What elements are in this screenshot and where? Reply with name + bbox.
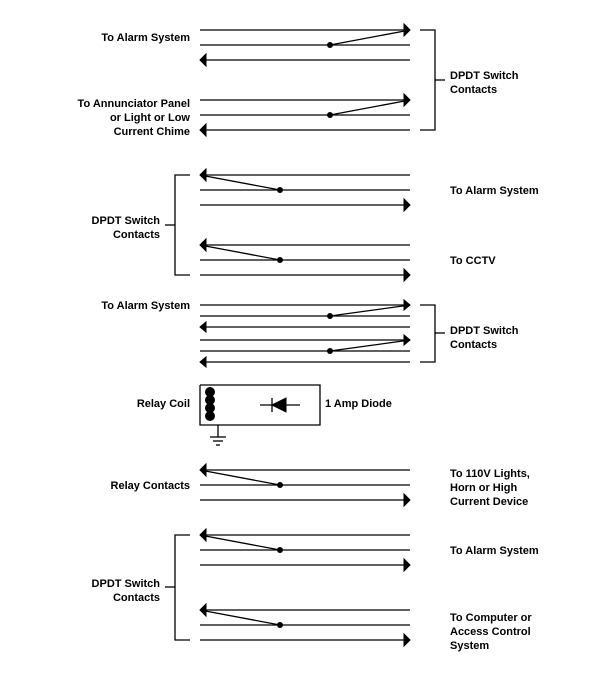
label-block4-left: DPDT SwitchContacts xyxy=(30,578,160,606)
label-block4-right-b: To Computer orAccess ControlSystem xyxy=(450,612,590,653)
label-block1-right: DPDT SwitchContacts xyxy=(450,70,580,98)
wiring-diagram: To Alarm System To Annunciator Panelor L… xyxy=(0,0,600,673)
label-coil-right: 1 Amp Diode xyxy=(325,398,455,412)
label-block3-right: DPDT SwitchContacts xyxy=(450,325,580,353)
label-coil-left: Relay Coil xyxy=(30,398,190,412)
label-relay-contacts-right: To 110V Lights,Horn or HighCurrent Devic… xyxy=(450,468,590,509)
label-block1-left-a: To Alarm System xyxy=(30,32,190,46)
label-block4-right-a: To Alarm System xyxy=(450,545,580,559)
label-block3-left: To Alarm System xyxy=(30,300,190,314)
label-block2-right-b: To CCTV xyxy=(450,255,580,269)
label-block1-left-b: To Annunciator Panelor Light or LowCurre… xyxy=(30,98,190,139)
label-relay-contacts-left: Relay Contacts xyxy=(30,480,190,494)
label-block2-right-a: To Alarm System xyxy=(450,185,580,199)
label-block2-left: DPDT SwitchContacts xyxy=(30,215,160,243)
